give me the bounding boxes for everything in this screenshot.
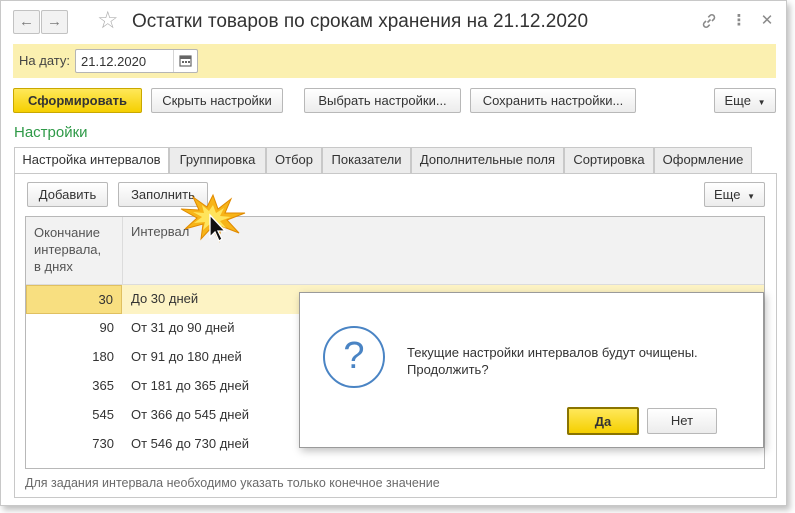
save-settings-button[interactable]: Сохранить настройки...	[470, 88, 636, 113]
back-button[interactable]: ←	[13, 10, 40, 34]
table-header: Окончание интервала, в днях Интервал	[26, 217, 764, 285]
panel-more-button[interactable]: Еще ▼	[704, 182, 765, 207]
settings-title: Настройки	[14, 124, 88, 141]
more-label: Еще	[724, 93, 751, 108]
confirm-dialog: ? Текущие настройки интервалов будут очи…	[299, 292, 764, 448]
days-cell[interactable]: 730	[26, 430, 122, 459]
interval-cell[interactable]: От 91 до 180 дней	[131, 343, 242, 372]
interval-cell[interactable]: От 366 до 545 дней	[131, 401, 249, 430]
no-button[interactable]: Нет	[647, 408, 717, 434]
column-days-header[interactable]: Окончание интервала, в днях	[34, 224, 101, 275]
parameters-bar: На дату: 21.12.2020	[13, 44, 776, 78]
days-cell[interactable]: 90	[26, 314, 122, 343]
days-cell[interactable]: 365	[26, 372, 122, 401]
tab-sorting[interactable]: Сортировка	[564, 147, 654, 173]
interval-cell[interactable]: От 546 до 730 дней	[131, 430, 249, 459]
chevron-down-icon: ▼	[747, 192, 755, 201]
interval-cell[interactable]: От 181 до 365 дней	[131, 372, 249, 401]
date-value: 21.12.2020	[81, 54, 147, 69]
tab-additional-fields[interactable]: Дополнительные поля	[411, 147, 564, 173]
link-button[interactable]	[700, 12, 718, 35]
question-icon: ?	[323, 326, 385, 388]
favorite-star-icon[interactable]: ☆	[97, 7, 119, 35]
column-divider	[122, 217, 123, 285]
column-days-header-line: в днях	[34, 259, 73, 274]
interval-cell[interactable]: До 30 дней	[131, 285, 198, 314]
choose-settings-button[interactable]: Выбрать настройки...	[304, 88, 461, 113]
hide-settings-button[interactable]: Скрыть настройки	[151, 88, 283, 113]
date-field-divider	[173, 50, 174, 72]
column-days-header-line: интервала,	[34, 242, 102, 257]
interval-cell[interactable]: От 31 до 90 дней	[131, 314, 235, 343]
tab-grouping[interactable]: Группировка	[169, 147, 266, 173]
more-menu-button[interactable]: ⋮	[730, 12, 748, 30]
generate-button[interactable]: Сформировать	[13, 88, 142, 113]
link-icon	[702, 14, 716, 28]
tab-appearance[interactable]: Оформление	[654, 147, 752, 173]
days-cell[interactable]: 30	[26, 285, 122, 314]
days-cell[interactable]: 545	[26, 401, 122, 430]
dialog-message: Текущие настройки интервалов будут очище…	[407, 344, 698, 378]
tab-intervals[interactable]: Настройка интервалов	[14, 147, 169, 174]
toolbar-more-button[interactable]: Еще ▼	[714, 88, 776, 113]
window-title: Остатки товаров по срокам хранения на 21…	[132, 11, 589, 32]
days-cell[interactable]: 180	[26, 343, 122, 372]
close-button[interactable]: ✕	[758, 12, 776, 30]
add-button[interactable]: Добавить	[27, 182, 108, 207]
tab-filter[interactable]: Отбор	[266, 147, 322, 173]
date-field[interactable]: 21.12.2020	[75, 49, 198, 73]
arrow-left-icon: ←	[19, 13, 34, 30]
report-window: ← → ☆ Остатки товаров по срокам хранения…	[0, 0, 787, 506]
column-days-header-line: Окончание	[34, 225, 101, 240]
tab-indicators[interactable]: Показатели	[322, 147, 411, 173]
more-label: Еще	[714, 187, 741, 202]
mouse-cursor-icon	[209, 213, 227, 242]
forward-button[interactable]: →	[41, 10, 68, 34]
dialog-message-line: Текущие настройки интервалов будут очище…	[407, 345, 698, 360]
calendar-icon[interactable]	[179, 54, 192, 67]
arrow-right-icon: →	[47, 13, 62, 30]
close-icon: ✕	[760, 12, 774, 29]
date-label: На дату:	[19, 53, 70, 68]
interval-hint: Для задания интервала необходимо указать…	[25, 476, 440, 490]
vertical-dots-icon: ⋮	[731, 12, 747, 29]
yes-button[interactable]: Да	[567, 407, 639, 435]
chevron-down-icon: ▼	[757, 98, 766, 107]
dialog-message-line: Продолжить?	[407, 362, 489, 377]
